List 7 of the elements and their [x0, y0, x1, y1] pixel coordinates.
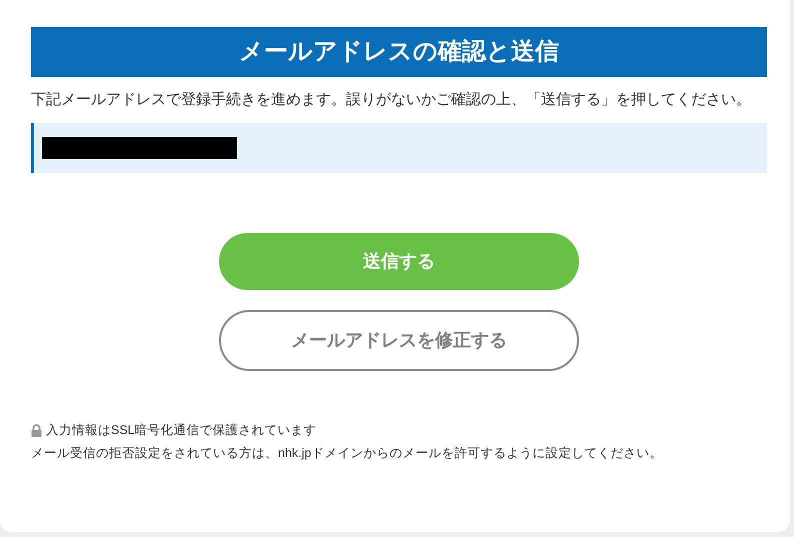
page-title: メールアドレスの確認と送信 [31, 27, 767, 77]
note-text: メール受信の拒否設定をされている方は、nhk.jpドメインからのメールを許可するように設定してください。 [31, 444, 662, 462]
description-text: 下記メールアドレスで登録手続きを進めます。誤りがないかご確認の上、「送信する」を押してください。 [31, 90, 752, 110]
lock-icon [31, 424, 42, 437]
edit-email-button[interactable]: メールアドレスを修正する [219, 310, 579, 371]
note-text: 入力情報はSSL暗号化通信で保護されています [46, 422, 317, 439]
send-button[interactable]: 送信する [219, 233, 579, 290]
